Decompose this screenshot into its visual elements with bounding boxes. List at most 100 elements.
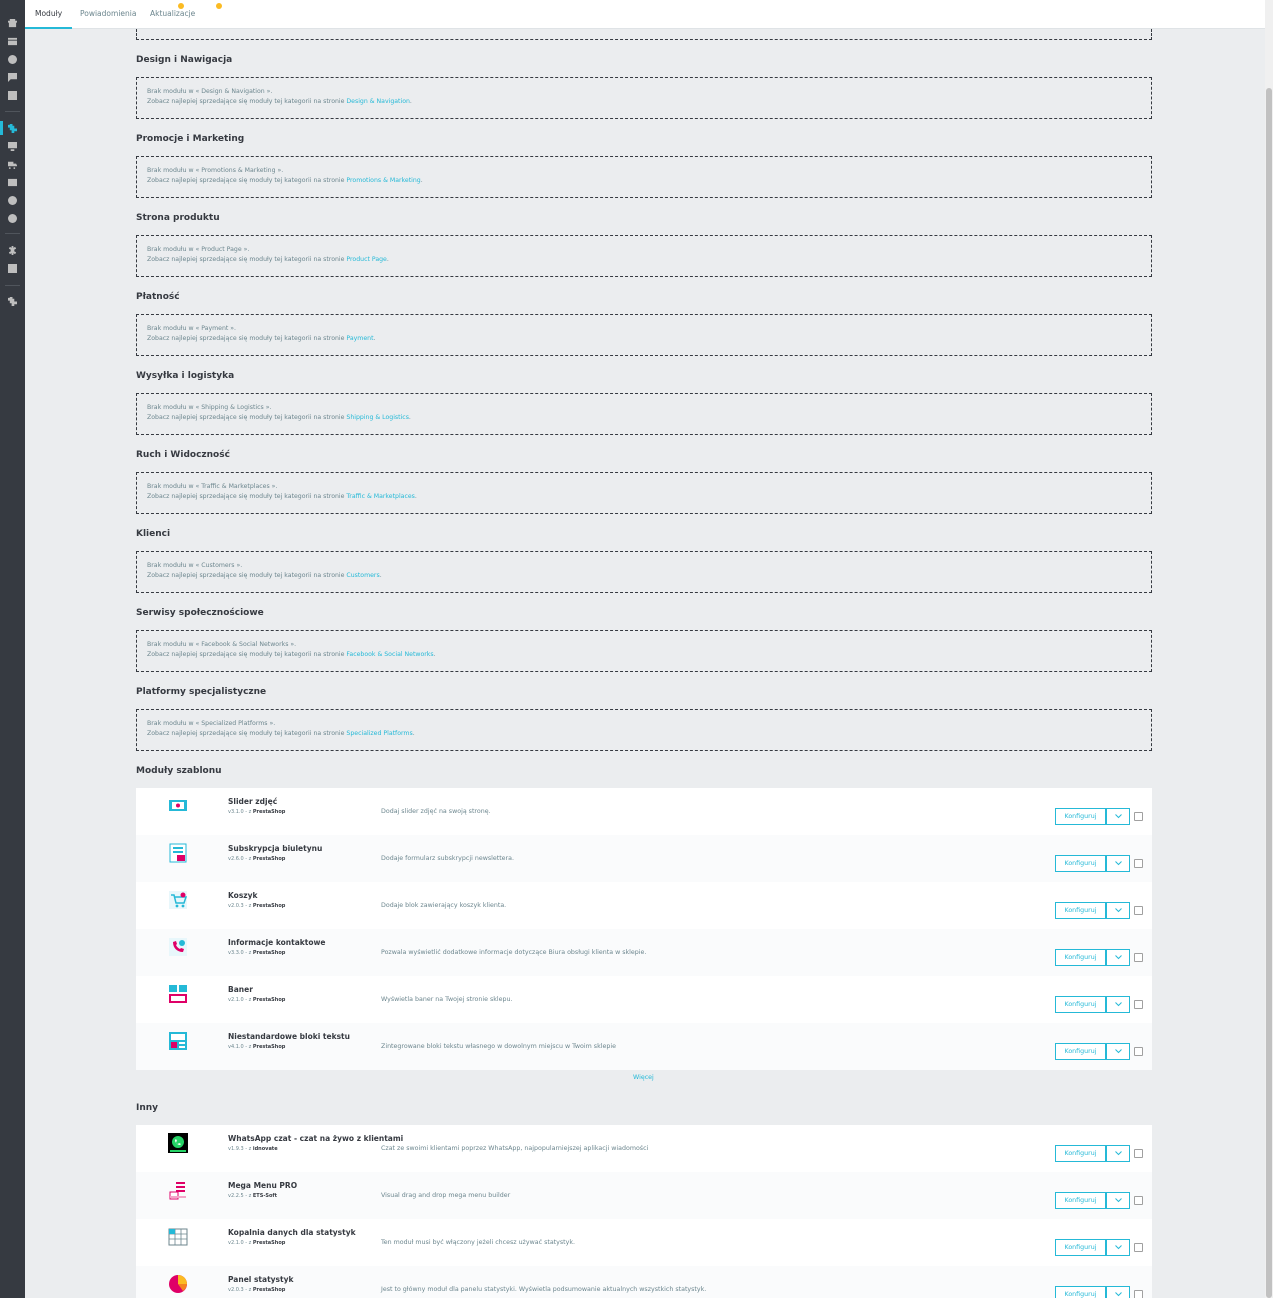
tab-label: Moduły — [35, 9, 63, 18]
messages-icon[interactable] — [7, 72, 18, 83]
shipping-icon[interactable] — [7, 159, 18, 170]
module-checkbox[interactable] — [1134, 1243, 1143, 1252]
configure-button[interactable]: Konfiguruj — [1055, 949, 1106, 966]
category-link[interactable]: Traffic & Marketplaces — [346, 493, 415, 500]
module-description: Dodaje blok zawierający koszyk klienta. — [381, 902, 507, 909]
configure-button[interactable]: Konfiguruj — [1055, 1145, 1106, 1162]
empty-category-box: Brak modułu w « Customers ». Zobacz najle… — [136, 551, 1152, 593]
chevron-down-icon — [1114, 1151, 1122, 1156]
configure-button[interactable]: Konfiguruj — [1055, 1192, 1106, 1209]
payment-icon[interactable] — [7, 177, 18, 188]
module-row: WhatsApp czat - czat na żywo z klientami… — [136, 1125, 1152, 1172]
configure-button[interactable]: Konfiguruj — [1055, 902, 1106, 919]
whatsapp-icon — [168, 1133, 188, 1153]
empty-category-box: Brak modułu w « Design & Navigation ». Zo… — [136, 77, 1152, 119]
configure-button[interactable]: Konfiguruj — [1055, 1239, 1106, 1256]
category-link[interactable]: Facebook & Social Networks — [346, 651, 433, 658]
cart-icon — [168, 890, 188, 910]
module-checkbox[interactable] — [1134, 812, 1143, 821]
module-name: Koszyk — [228, 891, 258, 900]
module-description: Visual drag and drop mega menu builder — [381, 1192, 511, 1199]
module-name: Panel statystyk — [228, 1275, 294, 1284]
actions-dropdown-button[interactable] — [1106, 855, 1130, 872]
sidebar-divider — [5, 111, 20, 112]
actions-dropdown-button[interactable] — [1106, 1145, 1130, 1162]
advanced-icon[interactable] — [7, 263, 18, 274]
design-icon[interactable] — [7, 141, 18, 152]
actions-dropdown-button[interactable] — [1106, 1239, 1130, 1256]
configure-button[interactable]: Konfiguruj — [1055, 855, 1106, 872]
category-link[interactable]: Customers — [346, 572, 379, 579]
module-checkbox[interactable] — [1134, 859, 1143, 868]
module-checkbox[interactable] — [1134, 953, 1143, 962]
scrollbar[interactable] — [1265, 0, 1273, 1298]
category-link[interactable]: Promotions & Marketing — [346, 177, 420, 184]
module-description: Jest to główny moduł dla panelu statysty… — [381, 1286, 707, 1293]
international-icon[interactable] — [7, 195, 18, 206]
more-link[interactable]: Więcej — [633, 1074, 654, 1081]
chevron-down-icon — [1114, 1002, 1122, 1007]
empty-message: Brak modułu w « Product Page ». — [147, 246, 250, 253]
actions-dropdown-button[interactable] — [1106, 949, 1130, 966]
module-row: Panel statystyk v2.0.3 - z PrestaShop Jest… — [136, 1266, 1152, 1298]
empty-category-box: Brak modułu w « Payment ». Zobacz najlepi… — [136, 314, 1152, 356]
category-title: Płatność — [136, 292, 180, 302]
tab-notifications[interactable]: Powiadomienia — [70, 0, 184, 29]
actions-dropdown-button[interactable] — [1106, 996, 1130, 1013]
category-link[interactable]: Shipping & Logistics — [346, 414, 409, 421]
scrollbar-thumb[interactable] — [1266, 88, 1272, 1298]
sidebar-active-indicator — [0, 121, 3, 135]
module-version: v2.1.0 - z PrestaShop — [228, 997, 286, 1003]
empty-message: Brak modułu w « Customers ». — [147, 562, 243, 569]
module-name: Informacje kontaktowe — [228, 938, 326, 947]
module-checkbox[interactable] — [1134, 1000, 1143, 1009]
tab-modules[interactable]: Moduły — [25, 0, 73, 29]
customers-icon[interactable] — [7, 54, 18, 65]
actions-dropdown-button[interactable] — [1106, 808, 1130, 825]
module-checkbox[interactable] — [1134, 1047, 1143, 1056]
empty-category-box: Brak modułu w « Product Page ». Zobacz na… — [136, 235, 1152, 277]
marketing-icon[interactable] — [7, 213, 18, 224]
module-checkbox[interactable] — [1134, 906, 1143, 915]
configure-button[interactable]: Konfiguruj — [1055, 1286, 1106, 1298]
empty-category-box: Brak modułu w « Promotions & Marketing »… — [136, 156, 1152, 198]
actions-dropdown-button[interactable] — [1106, 1192, 1130, 1209]
settings-icon[interactable] — [7, 245, 18, 256]
category-link[interactable]: Payment — [346, 335, 373, 342]
orders-icon[interactable] — [7, 36, 18, 47]
see-best-message: Zobacz najlepiej sprzedające się moduły … — [147, 335, 376, 342]
actions-dropdown-button[interactable] — [1106, 1043, 1130, 1060]
tab-updates[interactable]: Aktualizacje — [140, 0, 222, 29]
stats-icon[interactable] — [7, 90, 18, 101]
category-link[interactable]: Specialized Platforms — [346, 730, 412, 737]
category-link[interactable]: Product Page — [346, 256, 386, 263]
module-row: Slider zdjęć v3.1.0 - z PrestaShop Dodaj s… — [136, 788, 1152, 835]
configure-button[interactable]: Konfiguruj — [1055, 996, 1106, 1013]
chevron-down-icon — [1114, 1049, 1122, 1054]
empty-message: Brak modułu w « Specialized Platforms ». — [147, 720, 276, 727]
module-row: Subskrypcja biuletynu v2.6.0 - z PrestaSh… — [136, 835, 1152, 882]
module-description: Czat ze swoimi klientami poprzez WhatsAp… — [381, 1145, 649, 1152]
store-icon[interactable] — [7, 18, 18, 29]
actions-dropdown-button[interactable] — [1106, 902, 1130, 919]
module-checkbox[interactable] — [1134, 1196, 1143, 1205]
category-title: Promocje i Marketing — [136, 134, 245, 144]
module-name: Slider zdjęć — [228, 797, 278, 806]
see-best-message: Zobacz najlepiej sprzedające się moduły … — [147, 572, 382, 579]
actions-dropdown-button[interactable] — [1106, 1286, 1130, 1298]
modules-icon[interactable] — [7, 123, 18, 134]
module-checkbox[interactable] — [1134, 1149, 1143, 1158]
data-mining-icon — [168, 1227, 188, 1247]
module-row: Informacje kontaktowe v3.3.0 - z PrestaSh… — [136, 929, 1152, 976]
see-best-message: Zobacz najlepiej sprzedające się moduły … — [147, 730, 415, 737]
module-checkbox[interactable] — [1134, 1290, 1143, 1298]
category-title: Klienci — [136, 529, 171, 539]
category-title: Platformy specjalistyczne — [136, 687, 267, 697]
configure-button[interactable]: Konfiguruj — [1055, 1043, 1106, 1060]
configure-button[interactable]: Konfiguruj — [1055, 808, 1106, 825]
newsletter-icon — [168, 843, 188, 863]
extension-icon[interactable] — [7, 296, 18, 307]
empty-message: Brak modułu w « Traffic & Marketplaces »… — [147, 483, 278, 490]
category-title: Strona produktu — [136, 213, 220, 223]
category-link[interactable]: Design & Navigation — [346, 98, 410, 105]
